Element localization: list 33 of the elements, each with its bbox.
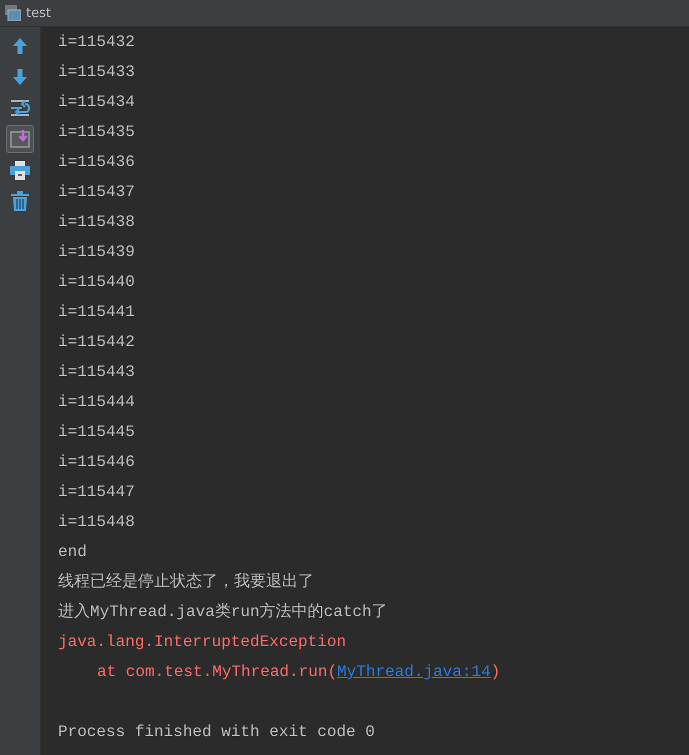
output-line: Process finished with exit code 0 [58, 722, 376, 743]
output-line: i=115435 [58, 122, 136, 143]
window-icon [5, 5, 21, 21]
output-line: i=115445 [58, 422, 136, 443]
output-line: 进入MyThread.java类run方法中的catch了 [58, 602, 389, 623]
window-title: test [26, 6, 51, 20]
arrow-down-icon [13, 69, 27, 85]
output-line: 线程已经是停止状态了，我要退出了 [58, 572, 315, 593]
stack-trace-text: at com.test.MyThread.run( [97, 662, 338, 683]
output-line: i=115446 [58, 452, 136, 473]
output-line: i=115441 [58, 302, 136, 323]
output-line: i=115443 [58, 362, 136, 383]
output-line: i=115436 [58, 152, 136, 173]
output-line: i=115448 [58, 512, 136, 533]
soft-wrap-icon [10, 99, 30, 117]
stack-trace-text: ) [490, 662, 500, 683]
output-line: i=115433 [58, 62, 136, 83]
output-line: i=115440 [58, 272, 136, 293]
output-line: i=115438 [58, 212, 136, 233]
output-line: i=115432 [58, 32, 136, 53]
output-line: i=115447 [58, 482, 136, 503]
output-line: i=115439 [58, 242, 136, 263]
trash-icon [11, 191, 29, 211]
printer-icon [10, 160, 30, 180]
output-line: i=115444 [58, 392, 136, 413]
arrow-up-icon [13, 38, 27, 54]
output-line: i=115442 [58, 332, 136, 353]
error-line: java.lang.InterruptedException [58, 632, 348, 653]
output-line: i=115437 [58, 182, 136, 203]
output-line: i=115434 [58, 92, 136, 113]
scroll-to-end-icon [10, 130, 30, 148]
source-link[interactable]: MyThread.java:14 [337, 657, 491, 687]
output-line: end [58, 542, 88, 563]
